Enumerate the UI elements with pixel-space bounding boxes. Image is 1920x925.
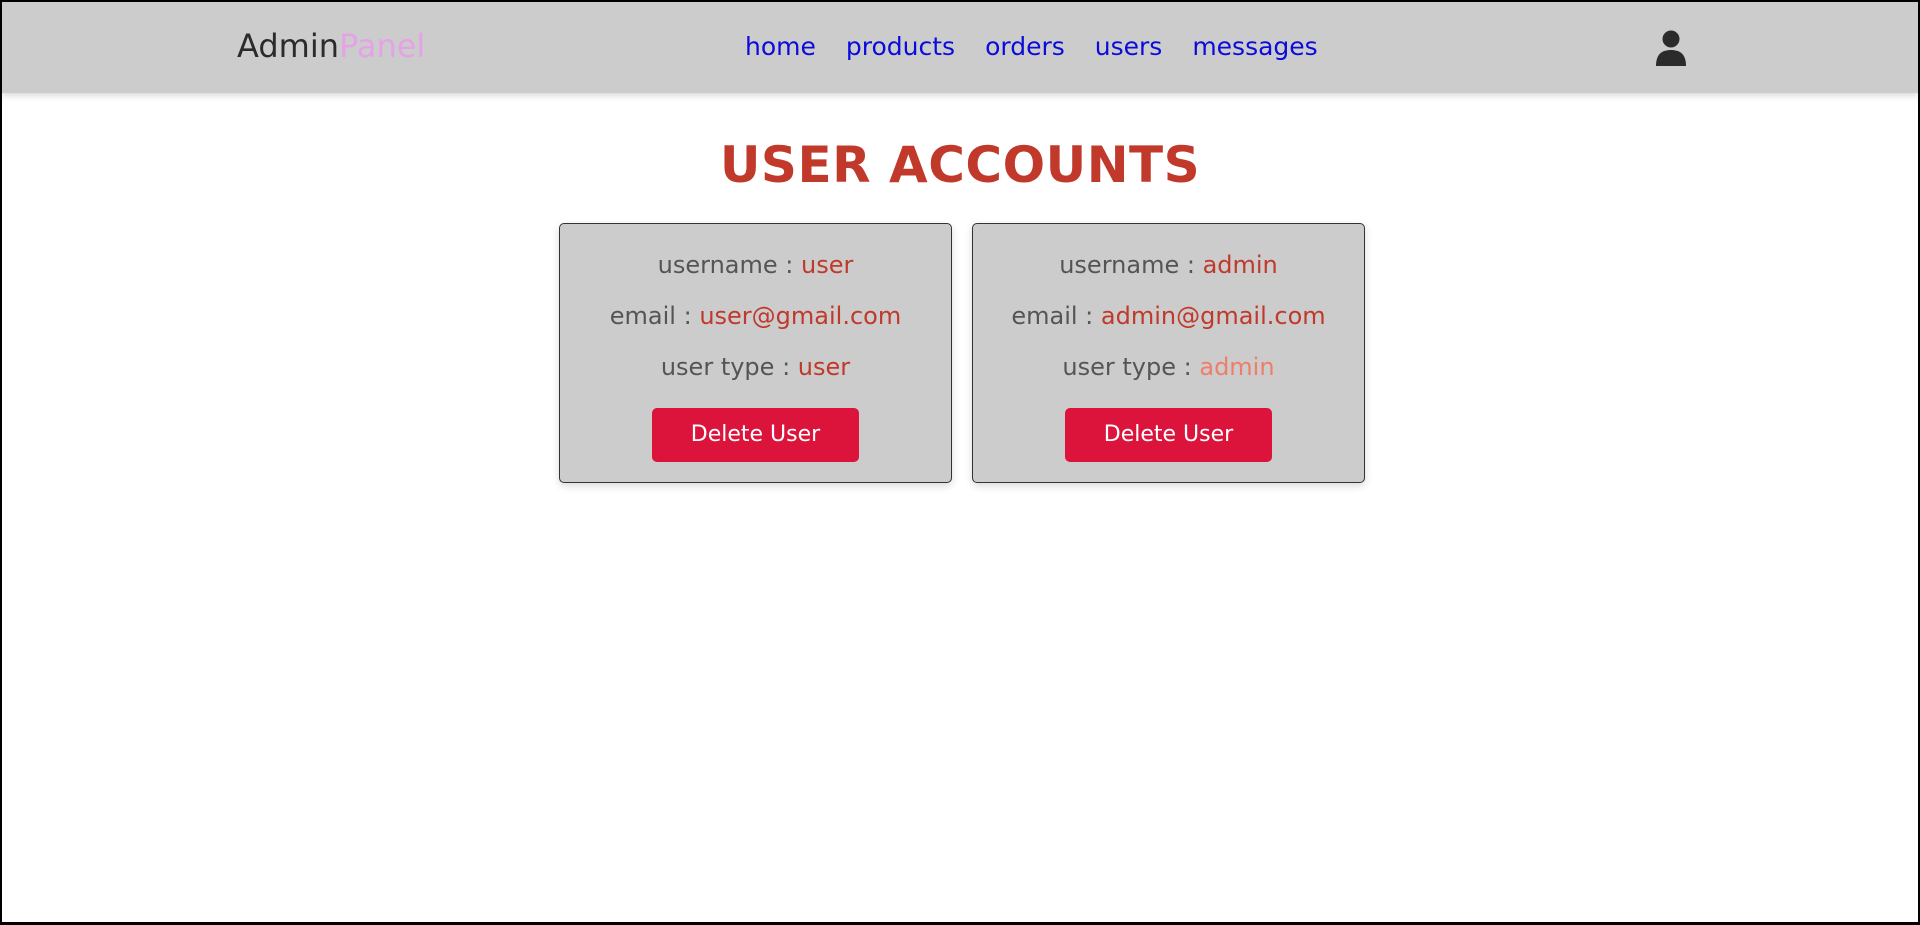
user-icon[interactable] [1655,30,1687,66]
header-bar: AdminPanel home products orders users me… [2,2,1918,93]
user-card: username : user email : user@gmail.com u… [559,223,952,483]
user-type-value: user [797,353,851,381]
logo-accent: Panel [338,27,426,65]
main-nav: home products orders users messages [745,32,1318,61]
page-title: USER ACCOUNTS [719,136,1201,194]
user-card: username : admin email : admin@gmail.com… [972,223,1365,483]
username-row: username : user [560,248,951,299]
email-row: email : user@gmail.com [560,299,951,350]
delete-user-button[interactable]: Delete User [1065,408,1272,462]
nav-link-home[interactable]: home [745,32,816,61]
email-label: email : [609,302,700,330]
user-type-value: admin [1199,353,1275,381]
delete-user-button[interactable]: Delete User [652,408,859,462]
user-type-row: user type : admin [973,350,1364,401]
username-label: username : [657,251,801,279]
email-row: email : admin@gmail.com [973,299,1364,350]
email-value: admin@gmail.com [1100,302,1326,330]
email-label: email : [1011,302,1101,330]
nav-link-orders[interactable]: orders [985,32,1065,61]
user-cards: username : user email : user@gmail.com u… [559,223,1365,483]
nav-link-messages[interactable]: messages [1192,32,1317,61]
username-value: user [800,251,854,279]
user-type-row: user type : user [560,350,951,401]
logo-main: Admin [237,27,339,65]
nav-link-users[interactable]: users [1095,32,1163,61]
username-label: username : [1059,251,1203,279]
user-type-label: user type : [1062,353,1200,381]
logo[interactable]: AdminPanel [237,27,425,65]
email-value: user@gmail.com [699,302,902,330]
user-type-label: user type : [660,353,798,381]
nav-link-products[interactable]: products [846,32,955,61]
username-row: username : admin [973,248,1364,299]
username-value: admin [1202,251,1278,279]
